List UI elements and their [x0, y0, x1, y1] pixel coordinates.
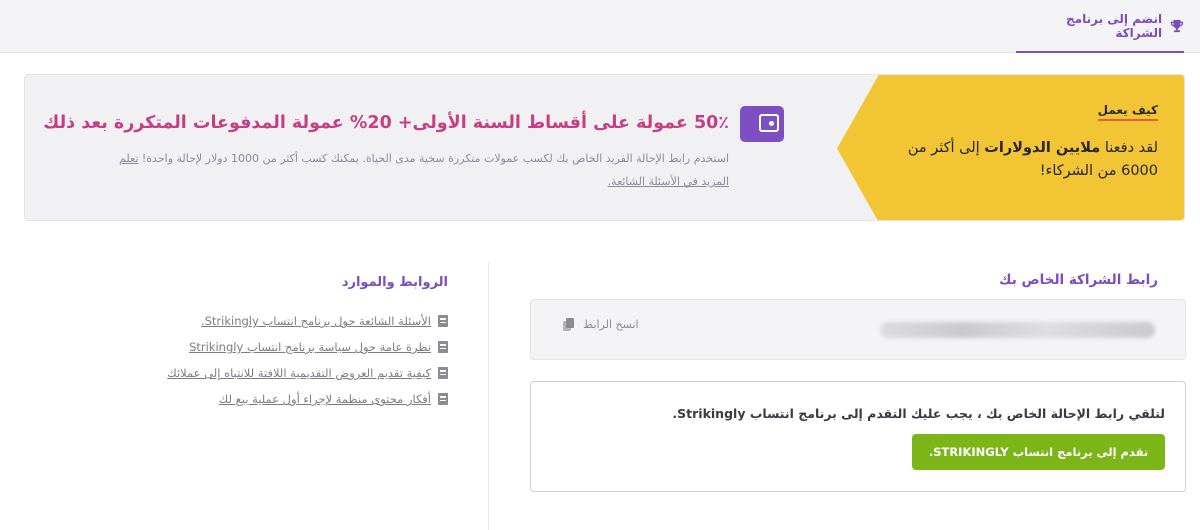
resource-link[interactable]: نظرة عامة حول سياسة برنامج انتساب Striki… [189, 340, 431, 354]
copy-link-button[interactable]: انسخ الرابط [563, 318, 639, 331]
top-tab-bar: انضم إلى برنامج الشراكة [0, 0, 1200, 53]
commission-description: استخدم رابط الإحالة الفريد الخاص بك لكسب… [119, 152, 729, 189]
list-item: كيفية تقديم العروض التقديمية اللافتة للا… [167, 360, 448, 386]
apply-button[interactable]: تقدم إلى برنامج انتساب STRIKINGLY. [912, 434, 1165, 470]
how-it-works-label: كيف يعمل [1097, 103, 1158, 121]
document-icon [438, 393, 448, 405]
document-icon [438, 341, 448, 353]
list-item: نظرة عامة حول سياسة برنامج انتساب Striki… [167, 334, 448, 360]
copy-icon [563, 318, 575, 331]
wallet-icon [740, 106, 784, 142]
resources-list: الأسئلة الشائعة حول برنامج انتساب Striki… [167, 308, 448, 412]
tab-label: انضم إلى برنامج الشراكة [1066, 11, 1163, 40]
resource-link[interactable]: أفكار محتوى منظمة لإجراء أول عملية بيع ل… [219, 392, 431, 406]
affiliate-link-field[interactable]: انسخ الرابط [530, 299, 1186, 360]
column-divider [488, 262, 489, 530]
apply-panel: لتلقي رابط الإحالة الخاص بك ، يجب عليك ا… [530, 381, 1186, 492]
document-icon [438, 315, 448, 327]
tab-join-affiliate[interactable]: انضم إلى برنامج الشراكة [1016, 0, 1184, 53]
how-it-works-text: لقد دفعنا ملايين الدولارات إلى أكثر من 6… [907, 140, 1158, 180]
blurred-url [880, 322, 1155, 338]
trophy-icon [1170, 19, 1184, 32]
commission-headline: 50٪ عمولة على أقساط السنة الأولى+ 20% عم… [43, 113, 729, 133]
copy-link-label: انسخ الرابط [583, 318, 639, 331]
document-icon [438, 367, 448, 379]
resource-link[interactable]: كيفية تقديم العروض التقديمية اللافتة للا… [167, 366, 431, 380]
affiliate-link-title: رابط الشراكة الخاص بك [999, 272, 1158, 288]
resources-title: الروابط والموارد [341, 275, 448, 290]
affiliate-banner: كيف يعمل لقد دفعنا ملايين الدولارات إلى … [24, 74, 1185, 221]
list-item: أفكار محتوى منظمة لإجراء أول عملية بيع ل… [167, 386, 448, 412]
list-item: الأسئلة الشائعة حول برنامج انتساب Striki… [167, 308, 448, 334]
resource-link[interactable]: الأسئلة الشائعة حول برنامج انتساب Striki… [201, 314, 431, 328]
apply-instructions: لتلقي رابط الإحالة الخاص بك ، يجب عليك ا… [672, 406, 1165, 421]
how-it-works-panel: كيف يعمل لقد دفعنا ملايين الدولارات إلى … [837, 75, 1184, 220]
